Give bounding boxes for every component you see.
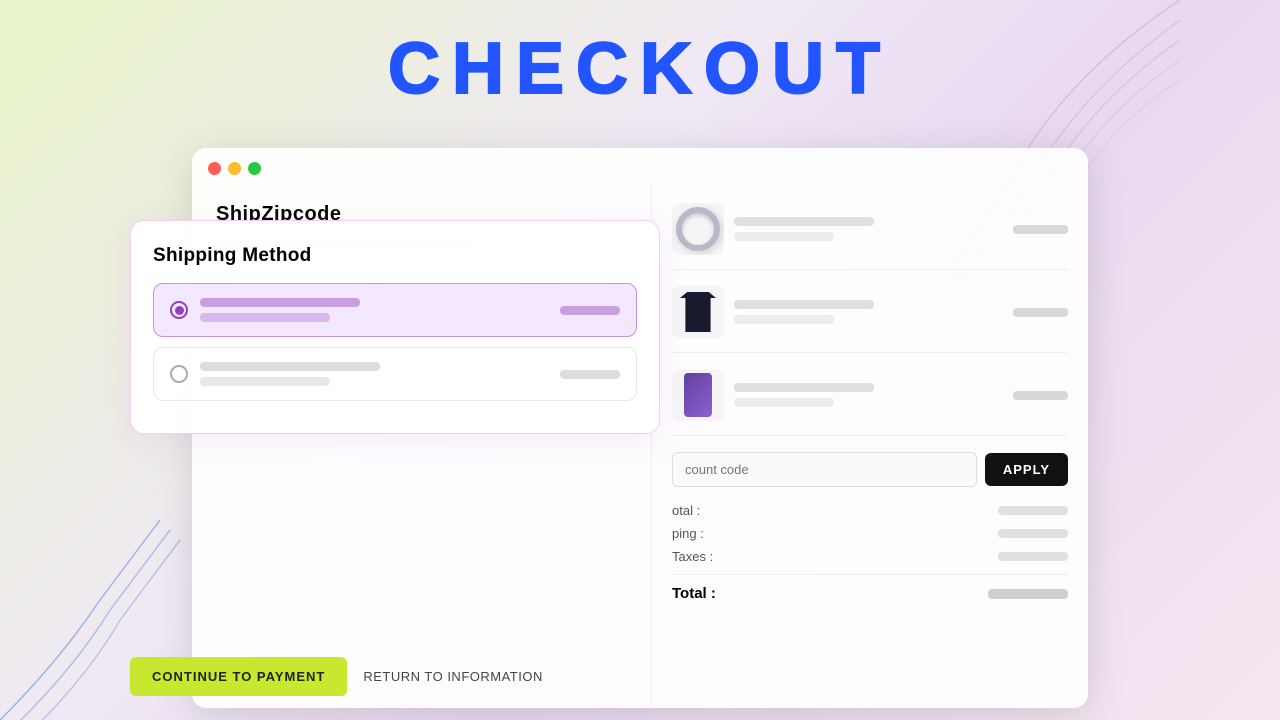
order-item-tshirt [672, 286, 1068, 353]
item-image-phone [672, 369, 724, 421]
subtotal-row: otal : [672, 503, 1068, 518]
apply-discount-button[interactable]: APPLY [985, 453, 1068, 486]
item-name-skeleton [734, 300, 874, 309]
order-item-phone [672, 369, 1068, 436]
order-item-ring [672, 203, 1068, 270]
item-detail-skeleton [734, 398, 834, 407]
shipping-row: ping : [672, 526, 1068, 541]
traffic-lights [192, 148, 1088, 185]
option-2-name-skeleton [200, 362, 380, 371]
subtotal-label: otal : [672, 503, 700, 518]
shipping-option-2[interactable] [153, 347, 637, 401]
item-price-skeleton [1013, 308, 1068, 317]
item-detail-skeleton [734, 232, 834, 241]
option-1-details [200, 298, 548, 322]
taxes-label: Taxes : [672, 549, 713, 564]
option-1-detail-skeleton [200, 313, 330, 322]
option-1-name-skeleton [200, 298, 360, 307]
shipping-method-title: Shipping Method [153, 245, 637, 267]
shipping-option-1[interactable] [153, 283, 637, 337]
taxes-value-skeleton [998, 552, 1068, 561]
item-image-tshirt [672, 286, 724, 338]
discount-section: APPLY [672, 452, 1068, 487]
page-title: CHECKOUT [388, 28, 892, 110]
radio-button-1[interactable] [170, 301, 188, 319]
total-label: Total : [672, 585, 716, 602]
continue-to-payment-button[interactable]: CONTINUE TO PAYMENT [130, 657, 347, 696]
item-detail-skeleton [734, 315, 834, 324]
return-to-information-button[interactable]: RETURN TO INFORMATION [363, 669, 543, 684]
total-row: Total : [672, 574, 1068, 602]
taxes-row: Taxes : [672, 549, 1068, 564]
subtotal-value-skeleton [998, 506, 1068, 515]
shipping-label: ping : [672, 526, 704, 541]
radio-button-2[interactable] [170, 365, 188, 383]
item-price-skeleton [1013, 391, 1068, 400]
item-name-skeleton [734, 383, 874, 392]
shipping-method-card: Shipping Method [130, 220, 660, 434]
item-info [734, 217, 1003, 241]
discount-code-input[interactable] [672, 452, 977, 487]
minimize-button-icon[interactable] [228, 162, 241, 175]
bottom-buttons: CONTINUE TO PAYMENT RETURN TO INFORMATIO… [130, 657, 543, 696]
maximize-button-icon[interactable] [248, 162, 261, 175]
item-name-skeleton [734, 217, 874, 226]
close-button-icon[interactable] [208, 162, 221, 175]
item-image-ring [672, 203, 724, 255]
item-info [734, 383, 1003, 407]
right-panel: APPLY otal : ping : Taxes : Total : [652, 185, 1088, 705]
option-2-price-skeleton [560, 370, 620, 379]
option-2-details [200, 362, 548, 386]
phone-icon [684, 373, 712, 417]
item-price-skeleton [1013, 225, 1068, 234]
item-info [734, 300, 1003, 324]
shipping-value-skeleton [998, 529, 1068, 538]
option-2-detail-skeleton [200, 377, 330, 386]
radio-selected-icon [175, 306, 184, 315]
ring-icon [676, 207, 720, 251]
total-value-skeleton [988, 589, 1068, 599]
tshirt-icon [680, 292, 716, 332]
option-1-price-skeleton [560, 306, 620, 315]
